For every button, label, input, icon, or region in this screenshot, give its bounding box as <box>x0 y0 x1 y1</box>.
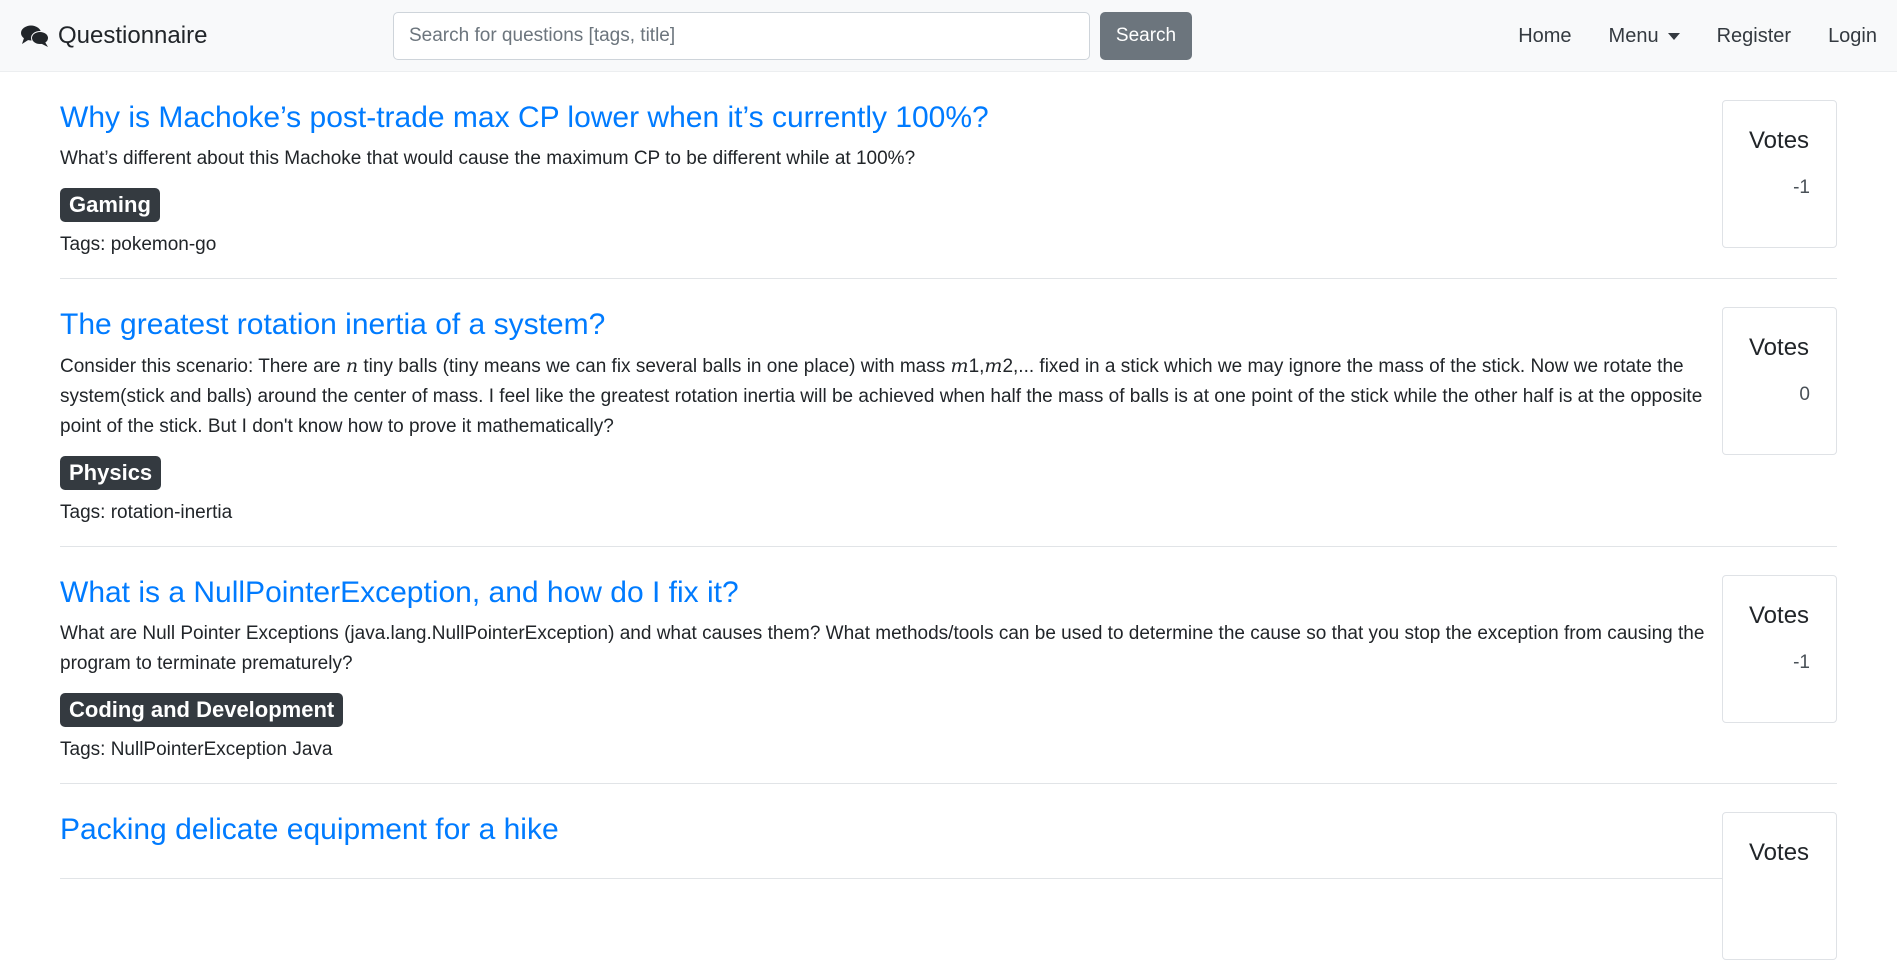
votes-label: Votes <box>1749 127 1810 154</box>
math-number: 2 <box>1002 356 1014 377</box>
nav-menu-label: Menu <box>1608 24 1659 47</box>
category-badge: Coding and Development <box>60 693 344 727</box>
question-tags: Tags: NullPointerException Java <box>60 739 333 760</box>
question-card: Packing delicate equipment for a hike Vo… <box>60 784 1837 960</box>
brand-link[interactable]: Questionnaire <box>20 0 207 72</box>
question-tags: Tags: rotation-inertia <box>60 502 233 523</box>
search-input[interactable] <box>393 12 1090 60</box>
question-title-link[interactable]: What is a NullPointerException, and how … <box>60 575 739 611</box>
nav-register-link[interactable]: Register <box>1717 25 1791 48</box>
question-title-link[interactable]: Packing delicate equipment for a hike <box>60 812 559 848</box>
category-badge: Gaming <box>60 188 160 222</box>
question-body: What are Null Pointer Exceptions (java.l… <box>60 623 1705 674</box>
search-button[interactable]: Search <box>1100 12 1192 60</box>
nav-links: Home Menu Register Login <box>1481 0 1877 72</box>
nav-login-link[interactable]: Login <box>1828 25 1877 48</box>
votes-label: Votes <box>1749 839 1810 866</box>
body-text: Consider this scenario: There are <box>60 356 346 377</box>
nav-home-link[interactable]: Home <box>1518 25 1571 48</box>
math-variable: m <box>984 355 1003 377</box>
category-badge: Physics <box>60 456 162 490</box>
votes-card: Votes -1 <box>1722 575 1837 723</box>
math-variable: m <box>950 355 969 377</box>
question-body: Consider this scenario: There are n tiny… <box>60 351 1707 442</box>
comments-icon <box>21 25 49 47</box>
math-number: 1 <box>968 356 980 377</box>
question-tags: Tags: pokemon-go <box>60 234 217 255</box>
body-text: tiny balls (tiny means we can fix severa… <box>358 356 951 377</box>
navbar: Questionnaire Search Home Menu Register … <box>0 0 1897 72</box>
votes-count: 0 <box>1799 384 1810 405</box>
brand-name: Questionnaire <box>58 22 208 49</box>
question-card: What is a NullPointerException, and how … <box>60 547 1837 784</box>
question-card: The greatest rotation inertia of a syste… <box>60 279 1837 547</box>
votes-card: Votes <box>1722 812 1837 960</box>
votes-label: Votes <box>1749 602 1810 629</box>
question-card: Why is Machoke’s post-trade max CP lower… <box>60 72 1837 279</box>
votes-card: Votes 0 <box>1722 307 1837 455</box>
nav-menu-dropdown[interactable]: Menu <box>1609 25 1680 48</box>
question-list: Why is Machoke’s post-trade max CP lower… <box>60 72 1837 960</box>
votes-count: -1 <box>1793 177 1810 198</box>
caret-down-icon <box>1667 32 1680 40</box>
math-variable: n <box>345 355 359 377</box>
question-title-link[interactable]: The greatest rotation inertia of a syste… <box>60 307 605 343</box>
votes-label: Votes <box>1749 334 1810 361</box>
votes-count: -1 <box>1793 652 1810 673</box>
question-title-link[interactable]: Why is Machoke’s post-trade max CP lower… <box>60 100 989 136</box>
question-body: What’s different about this Machoke that… <box>60 148 916 169</box>
votes-card: Votes -1 <box>1722 100 1837 248</box>
